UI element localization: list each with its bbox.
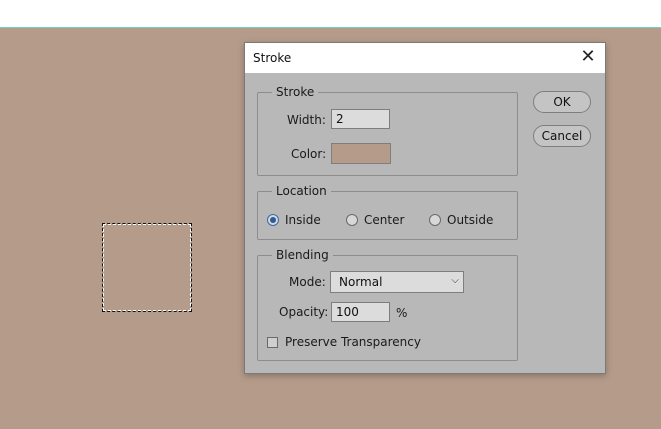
stroke-group-legend: Stroke	[272, 85, 319, 99]
center-radio[interactable]	[346, 214, 358, 226]
dialog-title: Stroke	[253, 51, 292, 65]
mode-select-value: Normal	[339, 275, 383, 289]
chevron-down-icon: ⌵	[451, 275, 459, 286]
width-input[interactable]	[331, 109, 390, 129]
location-group-legend: Location	[272, 184, 331, 198]
preserve-transparency-label[interactable]: Preserve Transparency	[285, 335, 421, 349]
color-swatch[interactable]	[331, 143, 391, 164]
top-toolbar	[0, 0, 661, 28]
close-icon[interactable]: ✕	[579, 48, 597, 66]
stroke-group: Stroke Width: Color:	[257, 85, 518, 176]
inside-label[interactable]: Inside	[285, 213, 321, 227]
outside-label[interactable]: Outside	[447, 213, 493, 227]
outside-radio[interactable]	[429, 214, 441, 226]
selection-marquee	[102, 223, 192, 312]
blending-group: Blending Mode: Normal ⌵ Opacity: % Prese…	[257, 248, 518, 361]
blending-group-legend: Blending	[272, 248, 333, 262]
center-label[interactable]: Center	[364, 213, 404, 227]
stroke-dialog: Stroke ✕ Stroke Width: Color: Location I…	[244, 42, 606, 374]
preserve-transparency-checkbox[interactable]	[267, 337, 278, 348]
location-group: Location Inside Center Outside	[257, 184, 518, 240]
opacity-label: Opacity:	[279, 305, 329, 319]
opacity-unit: %	[396, 306, 408, 320]
inside-radio[interactable]	[267, 214, 279, 226]
mode-label: Mode:	[289, 275, 326, 289]
color-label: Color:	[291, 147, 327, 161]
mode-select[interactable]: Normal ⌵	[330, 271, 464, 293]
dialog-titlebar: Stroke ✕	[245, 43, 605, 73]
ok-button[interactable]: OK	[533, 91, 591, 113]
width-label: Width:	[287, 113, 326, 127]
cancel-button[interactable]: Cancel	[533, 125, 591, 147]
opacity-input[interactable]	[331, 302, 390, 322]
